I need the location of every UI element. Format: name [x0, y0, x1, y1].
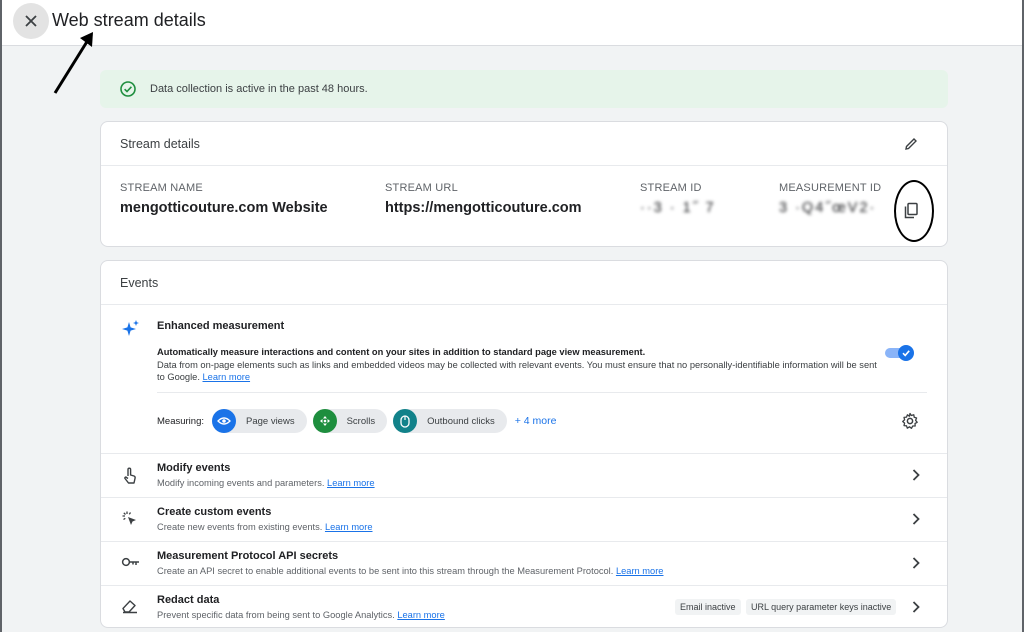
status-banner: Data collection is active in the past 48…: [100, 70, 948, 108]
chip-outbound-clicks-label: Outbound clicks: [427, 415, 495, 427]
page-title: Web stream details: [52, 10, 206, 30]
row-create-custom-events[interactable]: Create custom events Create new events f…: [101, 497, 947, 541]
stream-id-value: ··3 · 1˝ 7: [640, 200, 716, 216]
row-title: Redact data: [157, 594, 220, 606]
eye-icon: [212, 409, 236, 433]
close-icon: [25, 15, 37, 27]
sparkle-click-icon: [122, 511, 136, 525]
stream-id-field: STREAM ID ··3 · 1˝ 7: [640, 182, 716, 216]
chevron-right-icon: [912, 557, 920, 569]
left-edge: [0, 0, 2, 632]
annotation-arrow: [53, 32, 93, 94]
enhanced-learn-more-link[interactable]: Learn more: [203, 372, 251, 382]
stream-details-heading: Stream details: [101, 122, 947, 166]
stream-id-label: STREAM ID: [640, 182, 702, 194]
row-title: Create custom events: [157, 506, 272, 518]
chip-outbound-clicks[interactable]: Outbound clicks: [393, 409, 507, 433]
learn-more-link[interactable]: Learn more: [327, 478, 375, 488]
chevron-right-icon: [912, 469, 920, 481]
row-title: Measurement Protocol API secrets: [157, 550, 339, 562]
stream-url-value: https://mengotticouture.com: [385, 200, 582, 216]
learn-more-link[interactable]: Learn more: [325, 522, 373, 532]
divider: [157, 392, 927, 393]
stream-name-field: STREAM NAME mengotticouture.com Website: [120, 182, 328, 216]
row-measurement-protocol[interactable]: Measurement Protocol API secrets Create …: [101, 541, 947, 585]
chip-scrolls-label: Scrolls: [346, 415, 376, 427]
row-description: Prevent specific data from being sent to…: [157, 610, 445, 620]
scroll-icon: [312, 409, 337, 433]
gear-icon[interactable]: [901, 412, 919, 430]
learn-more-link[interactable]: Learn more: [397, 610, 445, 620]
stream-url-field: STREAM URL https://mengotticouture.com: [385, 182, 582, 216]
row-redact-data[interactable]: Redact data Prevent specific data from b…: [101, 585, 947, 629]
more-link[interactable]: + 4 more: [515, 415, 557, 427]
mouse-icon: [393, 409, 418, 433]
enhanced-measurement-toggle[interactable]: [885, 345, 915, 361]
chevron-right-icon: [912, 513, 920, 525]
stream-details-card: Stream details STREAM NAME mengotticoutu…: [100, 121, 948, 247]
eraser-icon: [122, 600, 137, 614]
learn-more-link[interactable]: Learn more: [616, 566, 664, 576]
stream-name-value: mengotticouture.com Website: [120, 200, 328, 216]
close-button[interactable]: [13, 3, 49, 39]
url-params-status-badge: URL query parameter keys inactive: [746, 599, 897, 615]
row-description: Modify incoming events and parameters. L…: [157, 478, 375, 488]
measuring-label: Measuring:: [157, 415, 204, 427]
enhanced-desc-bold: Automatically measure interactions and c…: [157, 347, 646, 357]
chip-page-views-label: Page views: [246, 415, 295, 427]
events-heading: Events: [101, 261, 947, 305]
check-icon: [902, 350, 910, 357]
chip-page-views[interactable]: Page views: [212, 409, 307, 433]
edit-icon[interactable]: [903, 136, 919, 152]
stream-name-label: STREAM NAME: [120, 182, 203, 194]
events-card: Events Enhanced measurement Automaticall…: [100, 260, 948, 628]
enhanced-desc-text: Data from on-page elements such as links…: [157, 359, 877, 383]
top-bar: Web stream details: [0, 0, 1024, 46]
measuring-row: Measuring: Page views Scrolls Outbound c…: [157, 409, 556, 433]
touch-icon: [124, 467, 136, 484]
measurement-id-value: 3 ·Q4˝œV2·: [779, 200, 877, 216]
enhanced-measurement-title: Enhanced measurement: [157, 320, 285, 332]
row-title: Modify events: [157, 462, 231, 474]
check-circle-icon: [120, 81, 136, 97]
chevron-right-icon: [912, 601, 920, 613]
chip-scrolls[interactable]: Scrolls: [312, 409, 388, 433]
banner-text: Data collection is active in the past 48…: [150, 83, 368, 95]
annotation-circle: [894, 180, 934, 242]
row-description: Create new events from existing events. …: [157, 522, 373, 532]
measurement-id-label: MEASUREMENT ID: [779, 182, 882, 194]
stream-url-label: STREAM URL: [385, 182, 458, 194]
row-description: Create an API secret to enable additiona…: [157, 566, 664, 576]
sparkle-icon: [122, 320, 139, 336]
row-modify-events[interactable]: Modify events Modify incoming events and…: [101, 453, 947, 497]
key-icon: [121, 557, 139, 567]
email-status-badge: Email inactive: [675, 599, 741, 615]
measurement-id-field: MEASUREMENT ID 3 ·Q4˝œV2·: [779, 182, 881, 216]
enhanced-measurement-description: Automatically measure interactions and c…: [157, 346, 877, 384]
enhanced-measurement-section: Enhanced measurement Automatically measu…: [101, 305, 947, 453]
